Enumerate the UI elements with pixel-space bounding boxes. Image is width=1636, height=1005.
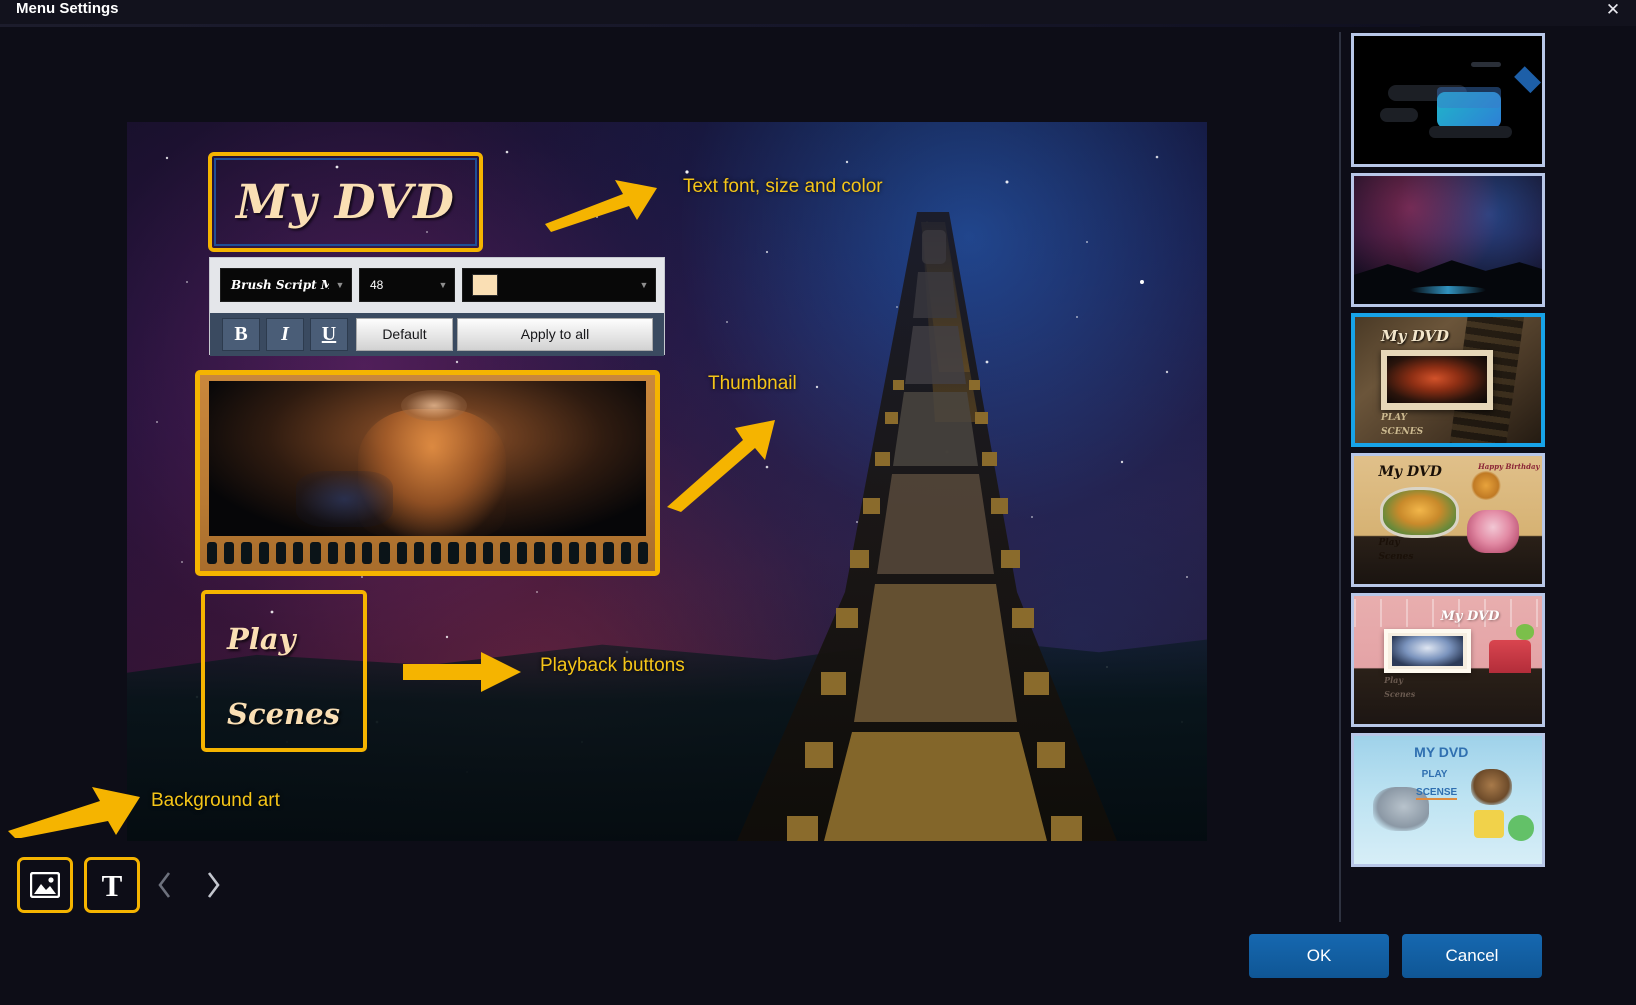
page-title: Menu Settings: [16, 0, 119, 17]
still-hands: [401, 390, 467, 422]
font-size-select[interactable]: 48 ▼: [359, 268, 455, 302]
template-3-title: My DVD: [1381, 327, 1449, 346]
template-5-play: Play: [1384, 675, 1403, 686]
chevron-down-icon: ▼: [438, 280, 448, 290]
template-3-play: PLAY: [1381, 412, 1408, 423]
menu-thumbnail-object[interactable]: [195, 370, 660, 576]
cancel-button[interactable]: Cancel: [1402, 934, 1542, 978]
image-icon: [30, 872, 60, 898]
close-icon[interactable]: ✕: [1600, 0, 1626, 22]
apply-to-all-button[interactable]: Apply to all: [457, 318, 653, 351]
still-blue-shadow: [296, 470, 393, 527]
annotation-background-art: Background art: [151, 790, 280, 811]
background-image-button[interactable]: [17, 857, 73, 913]
play-button[interactable]: Play: [227, 622, 367, 656]
arrow-to-thumbnail-icon: [667, 420, 775, 512]
template-rail: My DVD PLAY SCENES My DVD Happy Birthday…: [1351, 33, 1545, 873]
template-4-play: Play: [1378, 537, 1400, 548]
thumbnail-film-frame: [200, 375, 655, 571]
chevron-down-icon: ▼: [335, 280, 345, 290]
font-family-select[interactable]: Brush Script MT ▼: [220, 268, 352, 302]
scenes-button[interactable]: Scenes: [227, 697, 367, 731]
bold-button[interactable]: B: [222, 318, 260, 351]
add-text-button[interactable]: T: [84, 857, 140, 913]
film-strip-road: [737, 212, 1117, 841]
title-bar-sheen: [0, 24, 1420, 27]
template-5-scenes: Scenes: [1384, 689, 1416, 700]
template-thumbnail-6[interactable]: MY DVD PLAY SCENSE: [1351, 733, 1545, 867]
arrow-to-background-icon: [8, 787, 140, 838]
menu-title-text: My DVD: [236, 174, 455, 230]
chevron-right-icon: [207, 872, 220, 898]
next-page-button[interactable]: [196, 864, 230, 906]
template-4-extra: Happy Birthday: [1478, 462, 1540, 472]
template-4-scenes: Scenes: [1378, 552, 1414, 562]
font-color-select[interactable]: ▼: [462, 268, 656, 302]
film-sprockets: [200, 538, 655, 568]
template-thumbnail-4[interactable]: My DVD Happy Birthday Play Scenes: [1351, 453, 1545, 587]
default-button[interactable]: Default: [356, 318, 453, 351]
menu-title-text-object[interactable]: My DVD: [208, 152, 483, 252]
color-swatch: [472, 274, 498, 296]
annotation-text-font: Text font, size and color: [683, 176, 883, 197]
template-6-play: PLAY: [1421, 769, 1448, 781]
template-5-title: My DVD: [1440, 608, 1500, 624]
title-bar: Menu Settings ✕: [0, 0, 1636, 26]
template-6-scenes: SCENSE: [1416, 787, 1458, 801]
font-toolbar-row-top: Brush Script MT ▼ 48 ▼ ▼: [210, 258, 664, 313]
arrow-to-playback-icon: [403, 652, 521, 692]
chevron-left-icon: [158, 872, 171, 898]
template-thumbnail-5[interactable]: My DVD Play Scenes: [1351, 593, 1545, 727]
italic-button[interactable]: I: [266, 318, 304, 351]
font-toolbar[interactable]: Brush Script MT ▼ 48 ▼ ▼ B I U Default A…: [209, 257, 665, 356]
thumbnail-video-still: [209, 381, 646, 536]
template-thumbnail-3[interactable]: My DVD PLAY SCENES: [1351, 313, 1545, 447]
template-thumbnail-2[interactable]: [1351, 173, 1545, 307]
template-thumbnail-1[interactable]: [1351, 33, 1545, 167]
menu-settings-dialog: Menu Settings ✕ My DVD Brush Script ▼ 48…: [0, 0, 1636, 1005]
chevron-down-icon: ▼: [639, 280, 649, 290]
font-size-value: 48: [370, 278, 384, 292]
template-4-title: My DVD: [1378, 463, 1442, 480]
arrow-to-title-icon: [545, 180, 657, 232]
prev-page-button[interactable]: [148, 864, 182, 906]
annotation-thumbnail: Thumbnail: [708, 373, 797, 394]
rail-divider: [1339, 32, 1341, 922]
ok-button[interactable]: OK: [1249, 934, 1389, 978]
font-toolbar-row-bottom: B I U Default Apply to all: [210, 313, 664, 356]
text-t-icon: T: [101, 867, 123, 903]
font-family-value: Brush Script MT: [231, 278, 329, 292]
template-3-scenes: SCENES: [1381, 426, 1424, 437]
template-6-title: MY DVD: [1414, 743, 1469, 760]
playback-buttons-group[interactable]: Play Scenes: [201, 590, 367, 752]
annotation-playback-buttons: Playback buttons: [540, 655, 685, 676]
underline-button[interactable]: U: [310, 318, 348, 351]
